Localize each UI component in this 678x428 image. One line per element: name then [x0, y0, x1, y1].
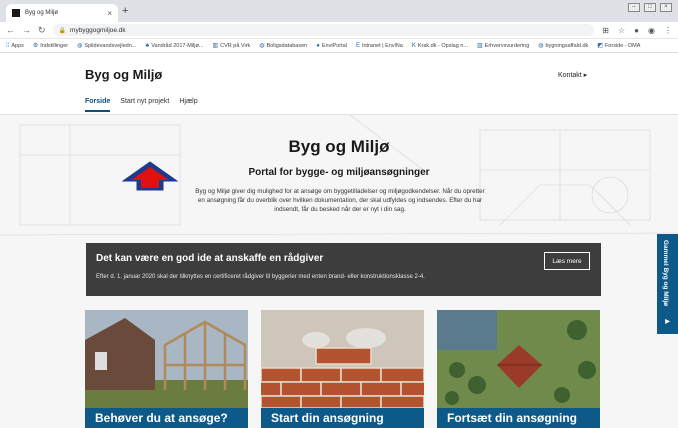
- banner-text: Efter d. 1. januar 2020 skal der tilknyt…: [96, 274, 425, 280]
- bookmark-item[interactable]: ▥ Erhvervsvurdering: [476, 42, 530, 50]
- contact-link[interactable]: Kontakt ▸: [558, 71, 587, 79]
- nav-start-nyt-projekt[interactable]: Start nyt projekt: [120, 98, 169, 112]
- bookmark-label: CVR på Virk: [220, 42, 251, 49]
- card-do-you-need-to-apply[interactable]: Behøver du at ansøge?: [85, 310, 248, 428]
- bookmark-item[interactable]: ● EnviPortal: [316, 43, 347, 49]
- card-continue-application[interactable]: Fortsæt din ansøgning: [437, 310, 600, 428]
- profile-icon[interactable]: ◉: [648, 26, 655, 35]
- window-controls: – □ ×: [628, 3, 672, 12]
- tab-title: Byg og Miljø: [25, 10, 59, 16]
- bricklaying-image: [261, 310, 424, 408]
- card-start-application[interactable]: Start din ansøgning: [261, 310, 424, 428]
- nav-forside[interactable]: Forside: [85, 98, 111, 112]
- bookmark-item[interactable]: K Krak.dk - Opslag n...: [412, 43, 468, 49]
- drop-icon: ●: [316, 42, 320, 49]
- card-title: Fortsæt din ansøgning: [447, 411, 577, 425]
- minimize-icon[interactable]: –: [628, 3, 640, 12]
- toolbar-icons: ⊞ ☆ ● ◉ ⋮: [602, 26, 672, 35]
- card-caption: Behøver du at ansøge?: [85, 408, 248, 428]
- bookmark-item[interactable]: ◩ Forside - DMA: [597, 42, 641, 50]
- k-icon: K: [411, 42, 416, 49]
- hero-subtitle: Portal for bygge- og miljøansøgninger: [248, 167, 430, 178]
- site-header: Byg og Miljø Kontakt ▸ Forside Start nyt…: [0, 53, 678, 115]
- aerial-house-image: [437, 310, 600, 408]
- globe-icon: ◍: [77, 43, 83, 49]
- bookmark-item[interactable]: ◍ Boligsdatabasen: [259, 42, 308, 50]
- new-tab-button[interactable]: +: [122, 5, 128, 17]
- card-title: Start din ansøgning: [271, 411, 384, 425]
- bookmark-label: Vandråd 2017-Miljø...: [151, 42, 204, 49]
- site-logo[interactable]: Byg og Miljø: [85, 67, 162, 82]
- browser-tab-bar: Byg og Miljø × + – □ ×: [0, 0, 678, 22]
- card-title: Behøver du at ansøge?: [95, 411, 228, 425]
- bookmark-label: bygningsaffald.dk: [545, 42, 589, 49]
- tab-close-icon[interactable]: ×: [107, 9, 112, 18]
- building-icon: ▥: [212, 43, 219, 49]
- gear-icon: ⚙: [32, 43, 39, 49]
- bookmark-label: Intranet | EnviNa: [361, 42, 403, 49]
- reload-icon[interactable]: ↻: [38, 25, 46, 35]
- globe-icon: ◍: [538, 43, 544, 49]
- bookmarks-bar: ⁞⁞ Apps ⚙ Indstillinger ◍ Spildevandsvejledn.…: [0, 39, 678, 53]
- read-more-button[interactable]: Læs mere: [544, 252, 590, 270]
- address-bar[interactable]: 🔒 mybyggogmiljoe.dk: [52, 24, 595, 36]
- bookmark-label: Apps: [11, 42, 24, 49]
- bookmark-item[interactable]: ◍ Spildevandsvejledn...: [77, 42, 137, 50]
- house-construction-image: [85, 310, 248, 408]
- site-favicon-icon: [12, 9, 20, 17]
- e-icon: E: [355, 42, 360, 49]
- nav-hjaelp[interactable]: Hjælp: [179, 98, 197, 112]
- close-window-icon[interactable]: ×: [660, 3, 672, 12]
- bookmark-item[interactable]: ▥ CVR på Virk: [212, 42, 251, 50]
- pointer-arrow-icon: [122, 161, 178, 191]
- star-icon[interactable]: ☆: [618, 26, 625, 35]
- url-text: mybyggogmiljoe.dk: [70, 26, 126, 34]
- globe-icon: ◍: [259, 43, 265, 49]
- main-nav: Forside Start nyt projekt Hjælp: [85, 98, 198, 112]
- bookmark-label: Forside - DMA: [604, 42, 641, 49]
- advisor-banner: Det kan være en god ide at anskaffe en r…: [86, 243, 601, 296]
- map-icon: ◩: [597, 43, 603, 49]
- bookmark-label: Erhvervsvurdering: [484, 42, 530, 49]
- bookmark-label: Spildevandsvejledn...: [84, 42, 137, 49]
- banner-title: Det kan være en god ide at anskaffe en r…: [96, 253, 324, 264]
- hero-title: Byg og Miljø: [288, 137, 390, 156]
- forward-icon[interactable]: →: [22, 25, 31, 35]
- chevron-right-icon: ▶: [664, 318, 670, 325]
- bookmark-label: Indstillinger: [40, 42, 69, 49]
- hero-description: Byg og Miljø giver dig mulighed for at a…: [195, 188, 485, 213]
- browser-toolbar: ← → ↻ 🔒 mybyggogmiljoe.dk ⊞ ☆ ● ◉ ⋮: [0, 22, 678, 39]
- bookmark-item[interactable]: ◍ bygningsaffald.dk: [538, 42, 589, 50]
- translate-icon[interactable]: ⊞: [602, 26, 609, 35]
- maximize-icon[interactable]: □: [644, 3, 656, 12]
- bookmark-item[interactable]: ⚙ Indstillinger: [32, 42, 69, 50]
- browser-tab[interactable]: Byg og Miljø ×: [6, 4, 118, 22]
- menu-icon[interactable]: ⋮: [664, 26, 672, 35]
- bookmark-label: Boligsdatabasen: [266, 42, 308, 49]
- back-icon[interactable]: ←: [6, 25, 15, 35]
- tree-icon: ♣: [145, 42, 150, 49]
- bookmark-item[interactable]: ♣ Vandråd 2017-Miljø...: [145, 43, 203, 49]
- bookmark-item[interactable]: ⁞⁞ Apps: [6, 43, 24, 49]
- card-caption: Start din ansøgning: [261, 408, 424, 428]
- building-icon: ▥: [476, 43, 483, 49]
- old-portal-side-tab[interactable]: Gammel Byg og Miljø ▶: [657, 234, 678, 334]
- apps-icon: ⁞⁞: [6, 42, 10, 49]
- bookmark-item[interactable]: E Intranet | EnviNa: [356, 43, 403, 49]
- side-tab-label: Gammel Byg og Miljø: [662, 240, 669, 307]
- card-caption: Fortsæt din ansøgning: [437, 408, 600, 428]
- extension-icon[interactable]: ●: [634, 26, 639, 35]
- bookmark-label: EnviPortal: [321, 42, 347, 49]
- web-page: Byg og Miljø Kontakt ▸ Forside Start nyt…: [0, 53, 678, 428]
- bookmark-label: Krak.dk - Opslag n...: [417, 42, 468, 49]
- hero-section: Byg og Miljø Portal for bygge- og miljøa…: [0, 115, 678, 428]
- lock-icon: 🔒: [58, 27, 67, 34]
